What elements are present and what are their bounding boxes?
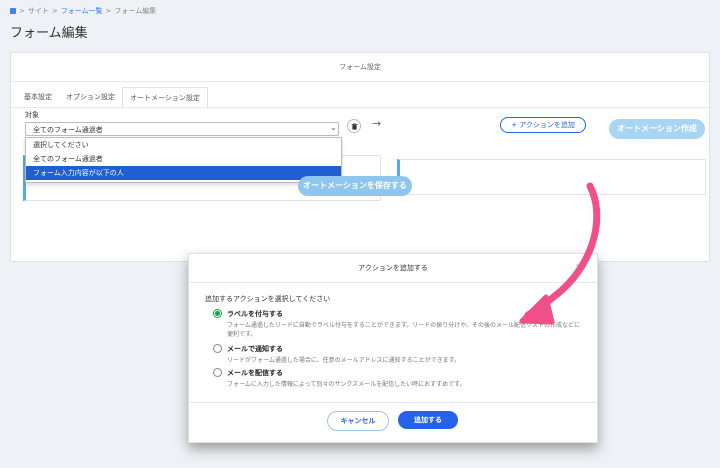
action-box (397, 159, 706, 195)
condition-select[interactable]: 全てのフォーム通過者 (25, 122, 339, 136)
settings-tabs: 基本設定 オプション設定 オートメーション設定 (17, 87, 208, 109)
breadcrumb-separator: > (105, 7, 112, 15)
tab-automation-settings[interactable]: オートメーション設定 (122, 87, 208, 109)
radio-button[interactable] (213, 309, 222, 318)
option-description: リードがフォーム通過した場合に、任意のメールアドレスに通知することができます。 (227, 357, 461, 364)
add-action-button[interactable]: + アクションを追加 (500, 117, 586, 133)
trash-icon[interactable] (347, 119, 361, 133)
home-icon[interactable] (10, 8, 16, 14)
breadcrumb: > サイト > フォーム一覧 > フォーム編集 (10, 6, 156, 16)
radio-button[interactable] (213, 344, 222, 353)
dropdown-option[interactable]: 全てのフォーム通過者 (26, 152, 341, 166)
cancel-button[interactable]: キャンセル (327, 411, 389, 431)
option-description: フォーム通過したリードに自動でラベル付与をすることができます。リードの振り分けや… (227, 322, 581, 338)
dropdown-option[interactable]: 選択してください (26, 138, 341, 152)
breadcrumb-site[interactable]: サイト (28, 6, 49, 16)
panel-header: フォーム設定 (11, 53, 709, 82)
tab-divider (11, 107, 709, 108)
option-label: ラベルを付与する (227, 310, 283, 318)
breadcrumb-current: フォーム編集 (114, 7, 157, 15)
option-label: メールを配信する (227, 369, 283, 377)
modal-title: アクションを追加する (189, 254, 597, 283)
page-title: フォーム編集 (10, 26, 88, 41)
modal-question: 追加するアクションを選択してください (205, 295, 331, 303)
breadcrumb-separator: > (51, 7, 58, 15)
option-description: フォームに入力した情報によって別々のサンクスメールを配信したい時におすすめです。 (227, 381, 466, 388)
breadcrumb-separator: > (19, 7, 25, 15)
add-button[interactable]: 追加する (398, 411, 458, 429)
close-icon[interactable]: × (575, 262, 583, 273)
condition-label: 対象 (25, 111, 39, 119)
tab-basic-settings[interactable]: 基本設定 (17, 87, 59, 107)
condition-dropdown: 選択してください 全てのフォーム通過者 フォーム入力内容が以下の人 (25, 137, 342, 183)
create-automation-button[interactable]: オートメーション作成 (609, 119, 705, 139)
chevron-down-icon[interactable]: ⌄ (330, 123, 337, 132)
radio-button[interactable] (213, 368, 222, 377)
modal-divider (189, 402, 597, 403)
arrow-right-icon: → (372, 117, 382, 130)
breadcrumb-form-list[interactable]: フォーム一覧 (61, 6, 103, 16)
option-label: メールで通知する (227, 345, 283, 353)
tab-option-settings[interactable]: オプション設定 (59, 87, 122, 107)
add-action-modal: アクションを追加する × 追加するアクションを選択してください ラベルを付与する… (188, 253, 598, 443)
dropdown-option[interactable]: フォーム入力内容が以下の人 (26, 166, 341, 180)
save-automation-button[interactable]: オートメーションを保存する (298, 176, 412, 196)
